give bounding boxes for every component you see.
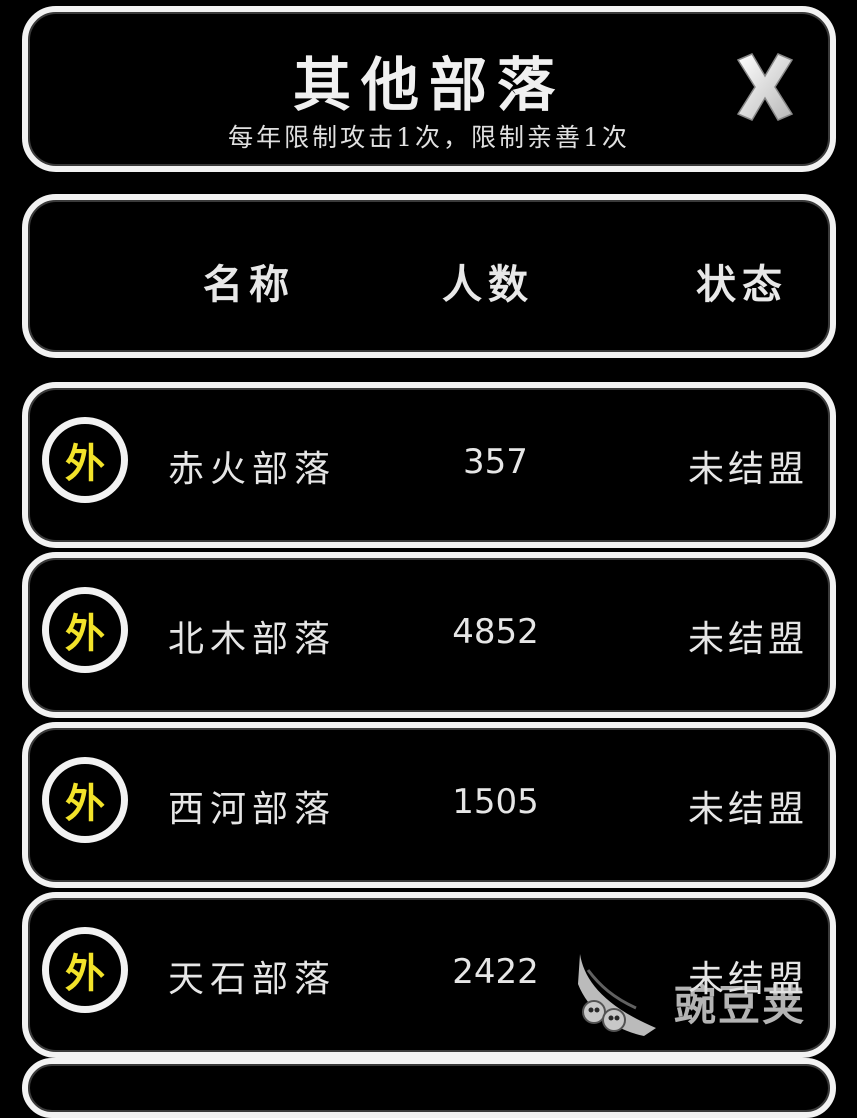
tribe-status: 未结盟 <box>688 449 809 490</box>
dialog-title: 其他部落 <box>292 51 565 119</box>
tribe-row-partial[interactable] <box>22 1058 836 1118</box>
badge-label: 外 <box>65 440 105 487</box>
tribe-status: 未结盟 <box>688 619 809 660</box>
tribe-population: 4852 <box>452 612 539 652</box>
badge-label: 外 <box>65 610 105 657</box>
watermark: 豌豆荚 <box>574 950 834 1040</box>
dialog-header: 其他部落 每年限制攻击1次，限制亲善1次 <box>22 6 836 172</box>
badge-label: 外 <box>65 950 105 997</box>
tribe-row[interactable]: 外 赤火部落 357 未结盟 <box>22 382 836 548</box>
pea-pod-logo-icon <box>578 954 656 1036</box>
column-header-status: 状态 <box>696 261 788 308</box>
close-x-icon <box>736 53 794 121</box>
foreign-badge-icon[interactable]: 外 <box>42 927 128 1013</box>
tribe-row[interactable]: 外 北木部落 4852 未结盟 <box>22 552 836 718</box>
tribe-name: 赤火部落 <box>168 449 337 490</box>
foreign-badge-icon[interactable]: 外 <box>42 417 128 503</box>
column-header-name: 名称 <box>203 261 295 308</box>
column-header-bar: 名称 人数 状态 <box>22 194 836 358</box>
tribe-status: 未结盟 <box>688 789 809 830</box>
close-button[interactable] <box>730 50 800 124</box>
foreign-badge-icon[interactable]: 外 <box>42 757 128 843</box>
tribe-population: 2422 <box>452 952 539 992</box>
tribe-name: 北木部落 <box>168 619 337 660</box>
tribe-row[interactable]: 外 西河部落 1505 未结盟 <box>22 722 836 888</box>
dialog-subtitle: 每年限制攻击1次，限制亲善1次 <box>228 123 630 152</box>
tribe-population: 357 <box>463 442 528 482</box>
foreign-badge-icon[interactable]: 外 <box>42 587 128 673</box>
tribe-population: 1505 <box>452 782 539 822</box>
watermark-text: 豌豆荚 <box>674 981 807 1030</box>
column-header-count: 人数 <box>442 261 534 308</box>
badge-label: 外 <box>65 780 105 827</box>
tribe-name: 天石部落 <box>168 959 337 1000</box>
tribe-name: 西河部落 <box>168 789 337 830</box>
